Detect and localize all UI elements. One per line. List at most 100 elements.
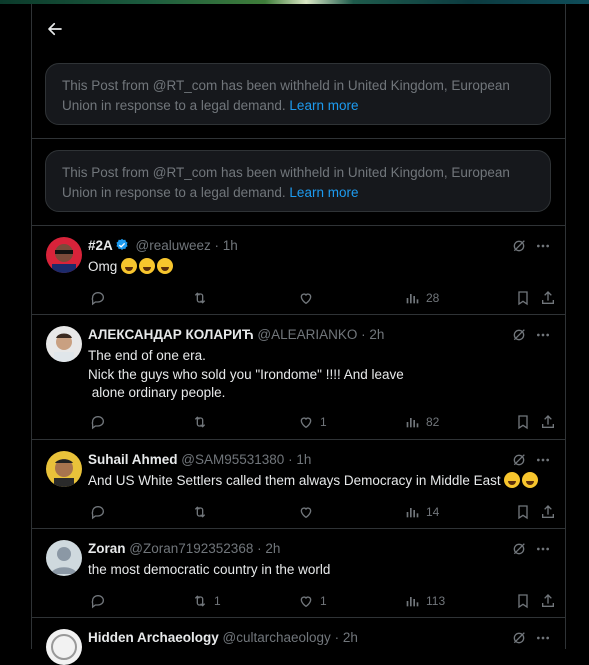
author-name[interactable]: Suhail Ahmed [88, 452, 178, 467]
repost-icon [194, 506, 206, 518]
post-header: Zoran @Zoran7192352368 · 2h [88, 541, 281, 556]
heart-icon [300, 507, 312, 519]
verified-badge-icon [116, 238, 128, 250]
more-options-icon[interactable] [535, 327, 551, 343]
repost-icon [194, 416, 206, 428]
bookmark-button[interactable] [515, 502, 531, 522]
author-handle[interactable]: @cultarchaeology [223, 630, 331, 645]
share-button[interactable] [540, 591, 556, 611]
avatar[interactable] [46, 451, 82, 487]
laughing-emoji-icon [139, 258, 156, 274]
views-icon [406, 597, 419, 607]
withheld-notice: This Post from @RT_com has been withheld… [45, 63, 551, 125]
withheld-post: This Post from @RT_com has been withheld… [32, 138, 565, 226]
views-icon [406, 508, 419, 518]
learn-more-link[interactable]: Learn more [289, 185, 358, 200]
like-button[interactable] [298, 288, 320, 308]
laughing-emoji-icon [157, 258, 174, 274]
post-text: the most democratic country in the world [88, 562, 331, 577]
post[interactable]: Zoran @Zoran7192352368 · 2h the most dem… [32, 528, 565, 618]
post-time[interactable]: 1h [296, 452, 311, 467]
grok-icon[interactable] [511, 238, 527, 254]
share-button[interactable] [540, 288, 556, 308]
learn-more-link[interactable]: Learn more [289, 98, 358, 113]
author-name[interactable]: АЛЕКСАНДАР КОЛАРИЋ [88, 327, 254, 342]
more-options-icon[interactable] [535, 541, 551, 557]
author-name[interactable]: Zoran [88, 541, 126, 556]
repost-button[interactable]: 1 [192, 591, 221, 611]
reply-button[interactable] [90, 412, 112, 432]
heart-icon [300, 596, 312, 608]
more-options-icon[interactable] [535, 238, 551, 254]
author-handle[interactable]: @ALEARIANKO [257, 327, 357, 342]
avatar[interactable] [46, 629, 82, 665]
grok-icon[interactable] [511, 630, 527, 646]
bookmark-icon [518, 415, 528, 430]
post[interactable]: Suhail Ahmed @SAM95531380 · 1h And US Wh… [32, 439, 565, 529]
share-icon [542, 415, 554, 428]
share-button[interactable] [540, 502, 556, 522]
grok-icon[interactable] [511, 541, 527, 557]
post-actions: 28 [88, 288, 554, 308]
bookmark-button[interactable] [515, 591, 531, 611]
grok-icon[interactable] [511, 452, 527, 468]
author-name[interactable]: #2A [88, 238, 113, 253]
withheld-text: This Post from @RT_com has been withheld… [62, 165, 510, 200]
more-options-icon[interactable] [535, 452, 551, 468]
post-header: Suhail Ahmed @SAM95531380 · 1h [88, 452, 312, 467]
like-button[interactable]: 1 [298, 591, 327, 611]
like-button[interactable] [298, 502, 320, 522]
post-actions: 14 [88, 502, 554, 522]
header-bar [32, 4, 565, 56]
views-button[interactable]: 28 [404, 288, 439, 308]
author-name[interactable]: Hidden Archaeology [88, 630, 219, 645]
post[interactable]: АЛЕКСАНДАР КОЛАРИЋ @ALEARIANKO · 2h The … [32, 314, 565, 440]
author-handle[interactable]: @realuweez [136, 238, 211, 253]
views-button[interactable]: 113 [404, 591, 445, 611]
reply-icon [91, 595, 104, 609]
post-header: АЛЕКСАНДАР КОЛАРИЋ @ALEARIANKO · 2h [88, 327, 385, 342]
post-actions: 1 1 113 [88, 591, 554, 611]
repost-icon [194, 292, 206, 304]
views-button[interactable]: 82 [404, 412, 439, 432]
grok-icon[interactable] [511, 327, 527, 343]
post-header: #2A @realuweez · 1h [88, 238, 238, 253]
post-time[interactable]: 2h [265, 541, 280, 556]
views-icon [406, 418, 419, 428]
views-button[interactable]: 14 [404, 502, 439, 522]
share-button[interactable] [540, 412, 556, 432]
laughing-emoji-icon [504, 472, 521, 488]
share-icon [542, 505, 554, 518]
reply-icon [91, 292, 104, 306]
reply-button[interactable] [90, 288, 112, 308]
back-arrow-icon[interactable] [46, 20, 64, 38]
bookmark-icon [518, 505, 528, 520]
laughing-emoji-icon [121, 258, 138, 274]
post-text: Omg [88, 258, 175, 277]
repost-button[interactable] [192, 502, 214, 522]
author-handle[interactable]: @SAM95531380 [181, 452, 284, 467]
repost-button[interactable] [192, 412, 214, 432]
post[interactable]: Hidden Archaeology @cultarchaeology · 2h [32, 617, 565, 665]
reply-button[interactable] [90, 591, 112, 611]
post-header: Hidden Archaeology @cultarchaeology · 2h [88, 630, 358, 645]
avatar[interactable] [46, 326, 82, 362]
post[interactable]: #2A @realuweez · 1h Omg 28 [32, 225, 565, 315]
post-actions: 1 82 [88, 412, 554, 432]
post-time[interactable]: 2h [369, 327, 384, 342]
author-handle[interactable]: @Zoran7192352368 [129, 541, 253, 556]
repost-button[interactable] [192, 288, 214, 308]
reply-button[interactable] [90, 502, 112, 522]
bookmark-button[interactable] [515, 288, 531, 308]
repost-icon [194, 595, 206, 607]
more-options-icon[interactable] [535, 630, 551, 646]
withheld-post: This Post from @RT_com has been withheld… [32, 56, 565, 139]
share-icon [542, 291, 554, 304]
avatar[interactable] [46, 540, 82, 576]
like-button[interactable]: 1 [298, 412, 327, 432]
post-time[interactable]: 2h [343, 630, 358, 645]
post-time[interactable]: 1h [223, 238, 238, 253]
laughing-emoji-icon [522, 472, 539, 488]
avatar[interactable] [46, 237, 82, 273]
bookmark-button[interactable] [515, 412, 531, 432]
